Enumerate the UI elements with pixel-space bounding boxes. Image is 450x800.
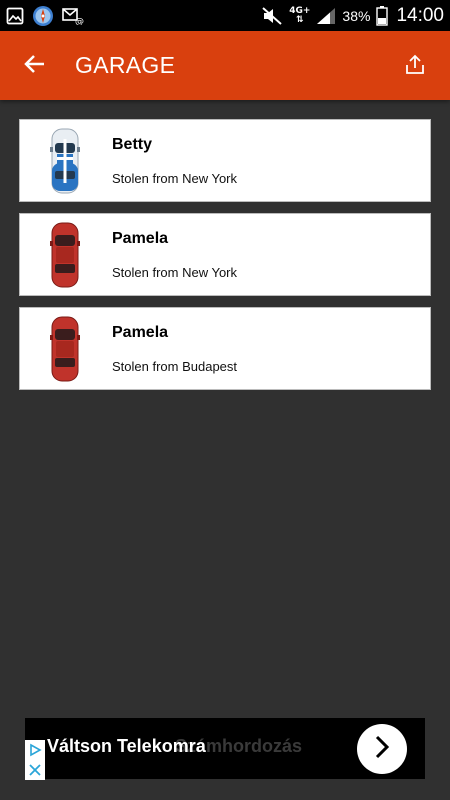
page-title: GARAGE [75,52,176,78]
chevron-right-icon [371,734,393,764]
car-list-item[interactable]: Betty Stolen from New York [19,119,431,202]
car-info: Betty Stolen from New York [110,136,237,186]
status-bar-notifications: @ [6,5,84,27]
ad-close-icon[interactable] [25,760,45,780]
car-list-item[interactable]: Pamela Stolen from Budapest [19,307,431,390]
car-name: Betty [112,135,153,153]
car-origin: Stolen from Budapest [112,358,238,374]
battery-percent: 38% [342,7,371,24]
arrow-left-icon [23,52,47,80]
battery-icon [376,5,389,26]
car-thumbnail [20,119,110,202]
svg-text:@: @ [75,17,84,25]
car-name: Pamela [112,323,169,341]
share-button[interactable] [380,31,450,100]
car-info: Pamela Stolen from New York [110,230,237,280]
ad-banner[interactable]: Számhordozás Váltson Telekomra [25,718,425,779]
car-origin: Stolen from New York [112,264,238,280]
ad-headline: Váltson Telekomra [47,736,206,756]
car-thumbnail [20,213,110,296]
car-origin: Stolen from New York [112,170,238,186]
car-list-item[interactable]: Pamela Stolen from New York [19,213,431,296]
clock: 14:00 [396,4,444,26]
signal-strength-icon [316,7,336,25]
ad-next-button[interactable] [357,724,407,774]
upload-share-icon [404,53,426,79]
status-bar-system: 4G+ ⇅ 38% 14:00 [261,5,444,27]
blue-car-icon [50,128,80,193]
adchoices-play-icon[interactable] [25,740,45,760]
back-button[interactable] [0,31,70,100]
email-notification-icon: @ [62,7,84,25]
gallery-notification-icon [6,7,24,25]
car-info: Pamela Stolen from Budapest [110,324,237,374]
red-car-icon [50,316,80,381]
status-bar: @ 4G+ ⇅ 38% 14:00 [0,0,450,31]
network-indicator: 4G+ ⇅ [289,5,311,25]
car-thumbnail [20,307,110,390]
adchoices[interactable] [25,740,45,780]
red-car-icon [50,222,80,287]
app-bar: GARAGE [0,31,450,100]
compass-app-icon [32,5,54,27]
mute-icon [261,6,283,26]
garage-list: Betty Stolen from New York Pamela Stolen… [19,119,431,401]
car-name: Pamela [112,229,169,247]
